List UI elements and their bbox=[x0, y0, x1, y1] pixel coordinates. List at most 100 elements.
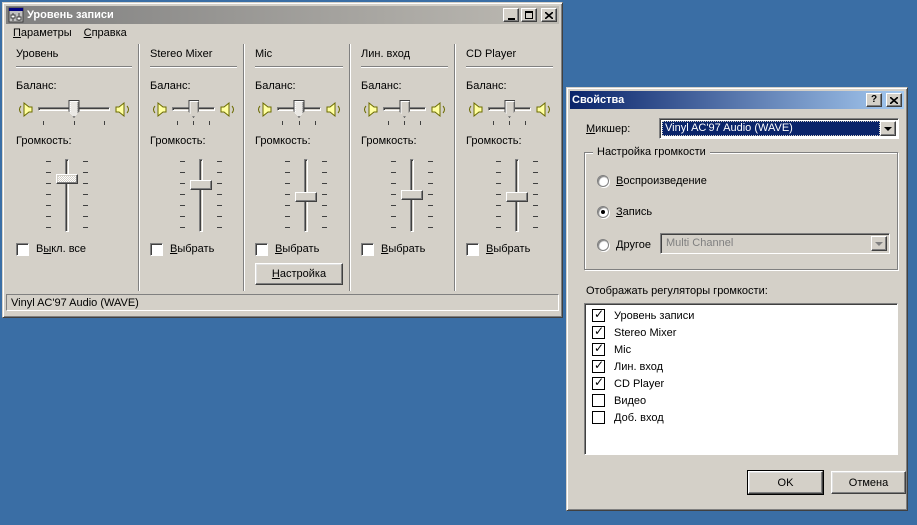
titlebar[interactable]: Уровень записи bbox=[6, 6, 559, 24]
item-checkbox[interactable] bbox=[592, 326, 605, 339]
balance-slider[interactable] bbox=[383, 99, 426, 119]
speaker-left-icon bbox=[361, 102, 378, 117]
select-checkbox[interactable]: Выбрать bbox=[255, 241, 343, 257]
mute-all-checkbox[interactable]: Выкл. все bbox=[16, 241, 132, 257]
checkbox-box[interactable] bbox=[466, 243, 479, 256]
volume-label: Громкость: bbox=[255, 135, 343, 147]
item-checkbox[interactable] bbox=[592, 309, 605, 322]
volume-thumb[interactable] bbox=[295, 192, 317, 202]
item-checkbox[interactable] bbox=[592, 343, 605, 356]
item-checkbox[interactable] bbox=[592, 360, 605, 373]
select-checkbox[interactable]: Выбрать bbox=[150, 241, 237, 257]
radio-circle[interactable] bbox=[597, 175, 609, 187]
channel-title: Лин. вход bbox=[361, 48, 448, 62]
balance-slider[interactable] bbox=[172, 99, 215, 119]
maximize-button[interactable] bbox=[521, 8, 537, 22]
menu-parameters[interactable]: Параметры bbox=[7, 25, 78, 41]
channel-title: CD Player bbox=[466, 48, 553, 62]
balance-slider[interactable] bbox=[38, 99, 110, 119]
volume-controls-list[interactable]: Уровень записи Stereo Mixer Mic Лин. вхо… bbox=[584, 303, 898, 455]
titlebar[interactable]: Свойства ? bbox=[570, 91, 904, 109]
checkbox-label: Выбрать bbox=[486, 243, 530, 255]
balance-thumb[interactable] bbox=[188, 100, 199, 118]
checkbox-box[interactable] bbox=[150, 243, 163, 256]
help-button[interactable]: ? bbox=[866, 93, 882, 107]
list-item-stereo-mixer[interactable]: Stereo Mixer bbox=[585, 324, 897, 341]
volume-track[interactable] bbox=[199, 159, 203, 232]
recording-level-window: Уровень записи Параметры Справка Уровень… bbox=[2, 2, 563, 318]
balance-ticks bbox=[388, 121, 421, 125]
list-item-aux-in[interactable]: Доб. вход bbox=[585, 409, 897, 426]
list-item-video[interactable]: Видео bbox=[585, 392, 897, 409]
checkbox-label: Выбрать bbox=[275, 243, 319, 255]
volume-slider[interactable] bbox=[178, 157, 224, 235]
list-label: Отображать регуляторы громкости: bbox=[586, 285, 768, 297]
balance-thumb[interactable] bbox=[399, 100, 410, 118]
close-button[interactable] bbox=[886, 93, 902, 107]
select-checkbox[interactable]: Выбрать bbox=[466, 241, 553, 257]
close-button[interactable] bbox=[541, 8, 557, 22]
checkbox-box[interactable] bbox=[16, 243, 29, 256]
ok-button[interactable]: OK bbox=[748, 471, 823, 494]
volume-ticks-right bbox=[217, 161, 222, 229]
volume-thumb[interactable] bbox=[401, 190, 423, 200]
minimize-button[interactable] bbox=[503, 8, 519, 22]
menu-help[interactable]: Справка bbox=[78, 25, 133, 41]
settings-button[interactable]: Настройка bbox=[255, 263, 343, 285]
channel-level: Уровень Баланс: bbox=[6, 42, 138, 293]
divider bbox=[466, 66, 553, 68]
mixer-combobox[interactable]: Vinyl AC'97 Audio (WAVE) bbox=[659, 118, 899, 139]
balance-slider[interactable] bbox=[488, 99, 531, 119]
channel-title: Stereo Mixer bbox=[150, 48, 237, 62]
balance-thumb[interactable] bbox=[504, 100, 515, 118]
radio-recording[interactable]: Запись bbox=[597, 206, 652, 218]
cancel-button[interactable]: Отмена bbox=[831, 471, 906, 494]
volume-slider[interactable] bbox=[389, 157, 435, 235]
channel-title: Mic bbox=[255, 48, 343, 62]
channel-columns: Уровень Баланс: bbox=[6, 42, 559, 293]
other-combobox: Multi Channel bbox=[660, 233, 890, 254]
help-icon: ? bbox=[871, 95, 877, 105]
list-item-line-in[interactable]: Лин. вход bbox=[585, 358, 897, 375]
volume-thumb[interactable] bbox=[506, 192, 528, 202]
volume-track[interactable] bbox=[65, 159, 69, 232]
balance-thumb[interactable] bbox=[69, 100, 80, 118]
maximize-icon bbox=[525, 11, 533, 19]
checkbox-box[interactable] bbox=[361, 243, 374, 256]
item-checkbox[interactable] bbox=[592, 411, 605, 424]
volume-slider[interactable] bbox=[283, 157, 329, 235]
select-checkbox[interactable]: Выбрать bbox=[361, 241, 448, 257]
checkbox-box[interactable] bbox=[255, 243, 268, 256]
divider bbox=[255, 66, 343, 68]
volume-slider[interactable] bbox=[494, 157, 540, 235]
list-item-cd-player[interactable]: CD Player bbox=[585, 375, 897, 392]
volume-slider[interactable] bbox=[44, 157, 90, 235]
item-checkbox[interactable] bbox=[592, 394, 605, 407]
dropdown-button[interactable] bbox=[880, 121, 896, 136]
volume-thumb[interactable] bbox=[56, 174, 78, 184]
volume-thumb[interactable] bbox=[190, 180, 212, 190]
balance-slider[interactable] bbox=[277, 99, 321, 119]
volume-control-app-icon bbox=[8, 7, 24, 23]
divider bbox=[361, 66, 448, 68]
window-title: Уровень записи bbox=[27, 9, 500, 21]
balance-ticks bbox=[493, 121, 526, 125]
checkbox-label: Выбрать bbox=[170, 243, 214, 255]
list-item-recording-level[interactable]: Уровень записи bbox=[585, 307, 897, 324]
radio-playback[interactable]: Воспроизведение bbox=[597, 175, 707, 187]
radio-circle[interactable] bbox=[597, 239, 609, 251]
radio-other[interactable]: Другое bbox=[597, 239, 651, 251]
mixer-combobox-value: Vinyl AC'97 Audio (WAVE) bbox=[662, 121, 880, 136]
channel-stereo-mixer: Stereo Mixer Баланс: bbox=[140, 42, 243, 293]
item-label: Лин. вход bbox=[614, 361, 663, 373]
list-item-mic[interactable]: Mic bbox=[585, 341, 897, 358]
mixer-label: Микшер: bbox=[586, 123, 630, 135]
item-label: Видео bbox=[614, 395, 646, 407]
item-checkbox[interactable] bbox=[592, 377, 605, 390]
volume-label: Громкость: bbox=[150, 135, 237, 147]
checkbox-label: Выкл. все bbox=[36, 243, 86, 255]
balance-thumb[interactable] bbox=[294, 100, 305, 118]
radio-circle[interactable] bbox=[597, 206, 609, 218]
volume-ticks-left bbox=[285, 161, 290, 229]
speaker-left-icon bbox=[466, 102, 483, 117]
